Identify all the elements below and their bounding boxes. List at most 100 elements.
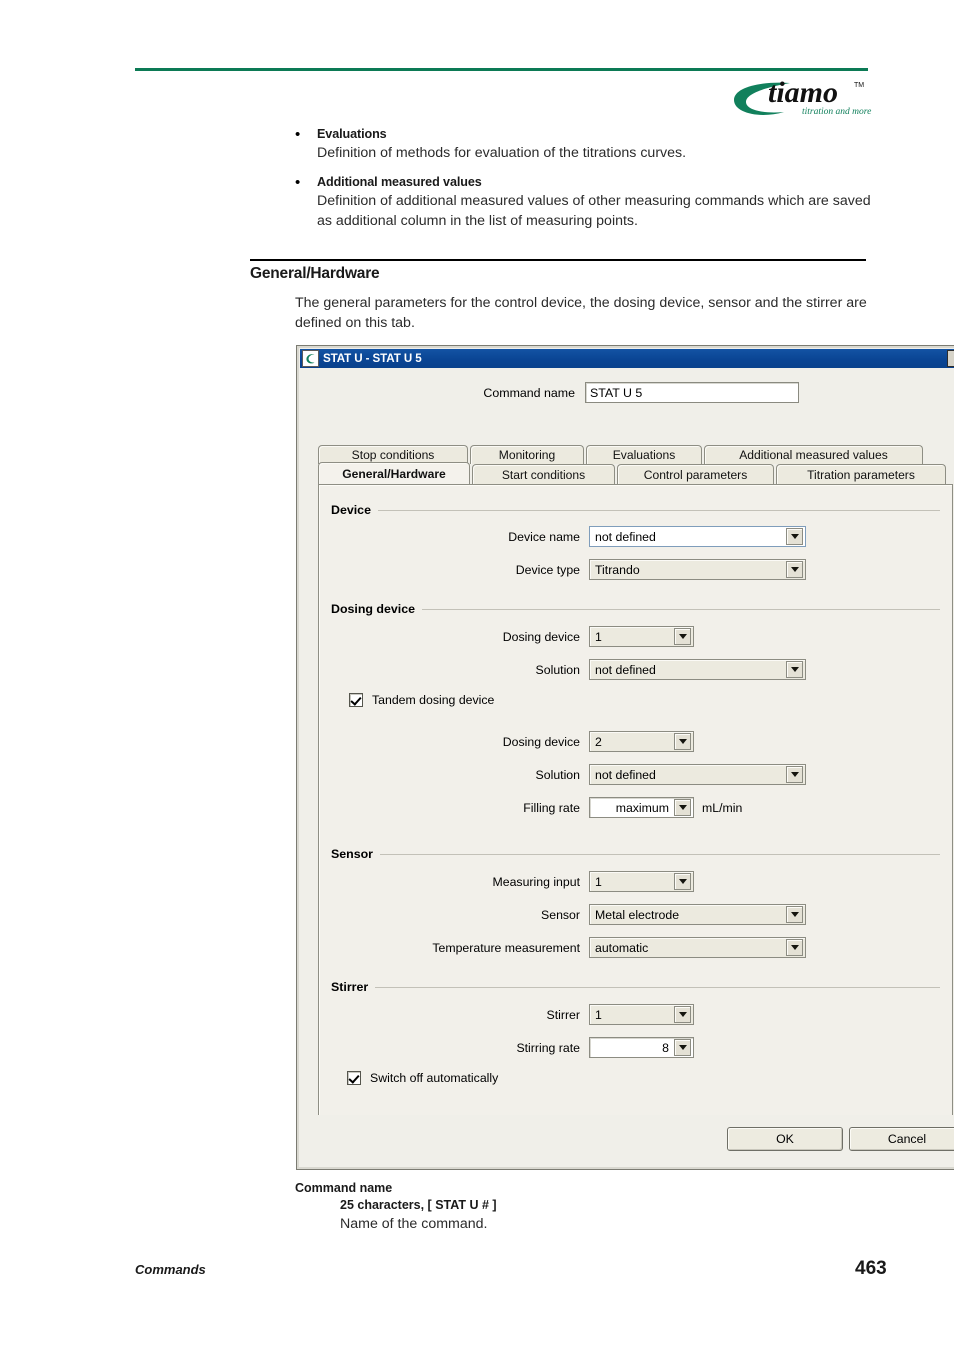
- filling-rate-unit: mL/min: [702, 800, 743, 815]
- measuring-input-value: 1: [595, 874, 602, 889]
- checkbox-switch-off-automatically[interactable]: Switch off automatically: [347, 1071, 498, 1085]
- field-sensor: Sensor Metal electrode: [319, 904, 819, 925]
- field-solution-2: Solution not defined: [319, 764, 819, 785]
- bullet-text: Definition of additional measured values…: [317, 193, 871, 229]
- label-dosing-device-2: Dosing device: [502, 734, 580, 749]
- solution-2-value: not defined: [595, 767, 656, 782]
- checkbox-tandem-dosing-device[interactable]: Tandem dosing device: [349, 693, 494, 707]
- group-divider: [331, 609, 940, 610]
- dosing-device-1-combobox[interactable]: 1: [589, 626, 694, 647]
- footer-chapter: Commands: [135, 1262, 206, 1277]
- chevron-down-icon[interactable]: [786, 906, 803, 923]
- field-temperature-measurement: Temperature measurement automatic: [319, 937, 819, 958]
- dialog-footer: OK Cancel: [303, 1115, 954, 1163]
- description-block: Command name 25 characters, [ STAT U # ]…: [295, 1180, 855, 1234]
- temperature-measurement-combobox[interactable]: automatic: [589, 937, 806, 958]
- group-title-stirrer: Stirrer: [331, 980, 376, 994]
- stat-u-dialog: STAT U - STAT U 5 × Command name STAT U …: [296, 345, 954, 1170]
- header-rule: [135, 68, 868, 71]
- svg-text:TM: TM: [854, 82, 864, 89]
- field-measuring-input: Measuring input 1: [319, 871, 819, 892]
- dialog-title: STAT U - STAT U 5: [323, 352, 422, 365]
- bullet-text: Definition of methods for evaluation of …: [317, 145, 687, 161]
- sensor-value: Metal electrode: [595, 907, 680, 922]
- stirrer-combobox[interactable]: 1: [589, 1004, 694, 1025]
- tab-monitoring[interactable]: Monitoring: [470, 445, 584, 464]
- ok-button[interactable]: OK: [727, 1127, 843, 1151]
- group-title-sensor: Sensor: [331, 847, 381, 861]
- description-text: Name of the command.: [340, 1216, 488, 1232]
- group-sensor: Sensor: [331, 847, 940, 861]
- dialog-body: Command name STAT U 5 Stop conditions Mo…: [300, 368, 954, 1166]
- stirrer-value: 1: [595, 1007, 602, 1022]
- tab-control-parameters[interactable]: Control parameters: [617, 464, 774, 485]
- checkbox-label: Switch off automatically: [370, 1071, 499, 1085]
- label-temperature-measurement: Temperature measurement: [432, 940, 580, 955]
- chevron-down-icon[interactable]: [674, 1006, 691, 1023]
- chevron-down-icon[interactable]: [786, 766, 803, 783]
- device-name-combobox[interactable]: not defined: [589, 526, 806, 547]
- chevron-down-icon[interactable]: [674, 873, 691, 890]
- temperature-measurement-value: automatic: [595, 940, 649, 955]
- measuring-input-combobox[interactable]: 1: [589, 871, 694, 892]
- chevron-down-icon[interactable]: [786, 939, 803, 956]
- solution-1-combobox[interactable]: not defined: [589, 659, 806, 680]
- chevron-down-icon[interactable]: [674, 1039, 691, 1056]
- bullet-icon: •: [295, 174, 301, 191]
- chevron-down-icon[interactable]: [674, 733, 691, 750]
- command-name-input[interactable]: STAT U 5: [585, 382, 799, 403]
- bullet-icon: •: [295, 126, 301, 143]
- label-sensor: Sensor: [541, 907, 580, 922]
- filling-rate-combobox[interactable]: maximum: [589, 797, 694, 818]
- dialog-titlebar: STAT U - STAT U 5 ×: [300, 349, 954, 368]
- chevron-down-icon[interactable]: [674, 799, 691, 816]
- checkbox-label: Tandem dosing device: [372, 693, 495, 707]
- description-spec: 25 characters, [ STAT U # ]: [340, 1198, 497, 1212]
- tab-additional-measured-values[interactable]: Additional measured values: [704, 445, 923, 464]
- checkbox-icon[interactable]: [347, 1071, 361, 1085]
- bullet-title: Evaluations: [317, 127, 387, 141]
- cancel-button[interactable]: Cancel: [849, 1127, 954, 1151]
- label-stirring-rate: Stirring rate: [516, 1040, 580, 1055]
- list-item: • Evaluations Definition of methods for …: [295, 126, 875, 163]
- page-title: General/Hardware: [250, 265, 380, 282]
- chevron-down-icon[interactable]: [786, 661, 803, 678]
- group-title-dosing-device: Dosing device: [331, 602, 423, 616]
- chevron-down-icon[interactable]: [674, 628, 691, 645]
- bullet-list: • Evaluations Definition of methods for …: [295, 126, 875, 242]
- stirring-rate-value[interactable]: 8: [590, 1041, 674, 1055]
- dosing-device-1-value: 1: [595, 629, 602, 644]
- close-icon[interactable]: ×: [947, 350, 954, 367]
- filling-rate-value[interactable]: maximum: [590, 801, 674, 815]
- tab-titration-parameters[interactable]: Titration parameters: [776, 464, 946, 485]
- field-stirrer: Stirrer 1: [319, 1004, 819, 1025]
- tab-start-conditions[interactable]: Start conditions: [472, 464, 615, 485]
- tiamo-logo: tiamo TM titration and more: [728, 74, 873, 122]
- description-term: Command name: [295, 1181, 393, 1195]
- sensor-combobox[interactable]: Metal electrode: [589, 904, 806, 925]
- tab-evaluations[interactable]: Evaluations: [586, 445, 702, 464]
- solution-2-combobox[interactable]: not defined: [589, 764, 806, 785]
- chevron-down-icon[interactable]: [786, 561, 803, 578]
- device-type-combobox[interactable]: Titrando: [589, 559, 806, 580]
- label-stirrer: Stirrer: [546, 1007, 580, 1022]
- checkbox-icon[interactable]: [349, 693, 363, 707]
- tab-row-1: Stop conditions Monitoring Evaluations A…: [318, 444, 954, 464]
- command-name-row: Command name STAT U 5: [300, 382, 954, 403]
- tab-strip: Stop conditions Monitoring Evaluations A…: [318, 444, 954, 485]
- label-filling-rate: Filling rate: [523, 800, 580, 815]
- tab-general-hardware[interactable]: General/Hardware: [318, 462, 470, 485]
- group-divider: [331, 987, 940, 988]
- stirring-rate-combobox[interactable]: 8: [589, 1037, 694, 1058]
- label-device-name: Device name: [508, 529, 580, 544]
- dosing-device-2-value: 2: [595, 734, 602, 749]
- document-page: tiamo TM titration and more • Evaluation…: [0, 0, 954, 1351]
- app-icon: [302, 350, 319, 367]
- label-dosing-device-1: Dosing device: [502, 629, 580, 644]
- dosing-device-2-combobox[interactable]: 2: [589, 731, 694, 752]
- device-type-value: Titrando: [595, 562, 640, 577]
- chevron-down-icon[interactable]: [786, 528, 803, 545]
- field-dosing-device-1: Dosing device 1: [319, 626, 819, 647]
- tab-panel-general-hardware: Device Device name not defined Device ty…: [318, 484, 953, 1133]
- group-device: Device: [331, 503, 940, 517]
